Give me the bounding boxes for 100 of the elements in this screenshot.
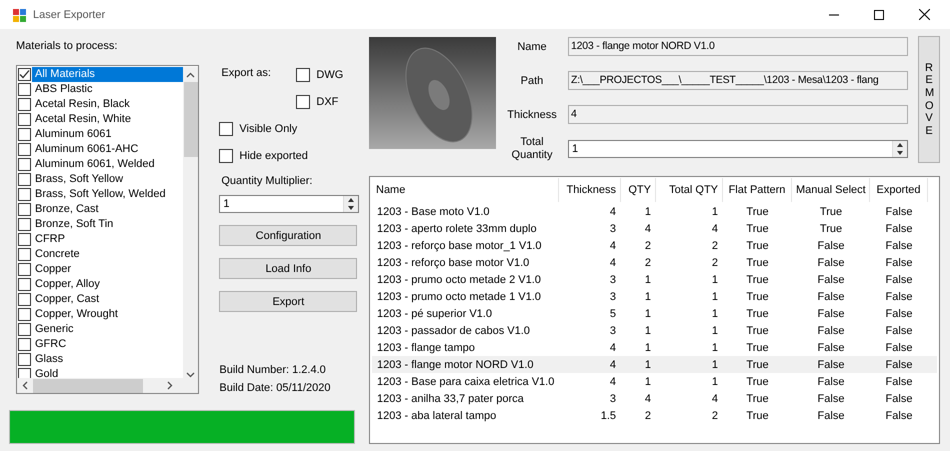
checkbox[interactable] — [18, 68, 31, 81]
column-header[interactable]: Manual Select — [792, 178, 870, 202]
table-row[interactable]: 1203 - Base para caixa eletrica V1.0 4 1 1 True False False — [372, 373, 937, 390]
material-item[interactable]: Aluminum 6061-AHC — [17, 142, 183, 157]
material-item[interactable]: Copper — [17, 262, 183, 277]
action-button[interactable]: Configuration — [219, 225, 358, 246]
checkbox[interactable] — [18, 323, 31, 336]
checkbox[interactable] — [18, 98, 31, 111]
table-row[interactable]: 1203 - prumo octo metade 1 V1.0 3 1 1 True False False — [372, 288, 937, 305]
checkbox[interactable] — [18, 263, 31, 276]
checkbox[interactable] — [18, 173, 31, 186]
horizontal-scrollbar[interactable] — [17, 378, 198, 393]
table-row[interactable]: 1203 - flange motor NORD V1.0 4 1 1 True False False — [372, 356, 937, 373]
material-item[interactable]: ABS Plastic — [17, 82, 183, 97]
material-item[interactable]: Brass, Soft Yellow, Welded — [17, 187, 183, 202]
table-row[interactable]: 1203 - aperto rolete 33mm duplo 3 4 4 True True False — [372, 220, 937, 237]
column-header[interactable]: Flat Pattern — [723, 178, 792, 202]
table-cell-text: False — [816, 324, 846, 336]
table-cell-text: 1203 - prumo octo metade 1 V1.0 — [376, 290, 542, 302]
table-cell-text: False — [884, 358, 914, 370]
table-cell-text: False — [884, 410, 914, 422]
visible-only-checkbox[interactable]: Visible Only — [219, 121, 362, 136]
checkbox[interactable] — [18, 113, 31, 126]
dwg-checkbox[interactable]: DWG — [296, 67, 344, 82]
checkbox[interactable] — [18, 338, 31, 351]
checkbox[interactable] — [18, 308, 31, 321]
scroll-left-icon[interactable] — [22, 381, 28, 390]
quantity-multiplier-label: Quantity Multiplier: — [220, 175, 314, 187]
remove-button[interactable]: REMOVE — [918, 36, 940, 163]
thickness-field[interactable]: 4 — [568, 105, 908, 124]
hide-exported-checkbox[interactable]: Hide exported — [219, 148, 362, 163]
material-item[interactable]: CFRP — [17, 232, 183, 247]
table-row[interactable]: 1203 - Base moto V1.0 4 1 1 True True False — [372, 203, 937, 220]
scroll-right-icon[interactable] — [167, 381, 173, 390]
material-item[interactable]: Bronze, Soft Tin — [17, 217, 183, 232]
path-field[interactable]: Z:\___PROJECTOS___\_____TEST_____\1203 - Mesa\1203 - flang — [568, 71, 908, 90]
action-button[interactable]: Export — [219, 291, 358, 312]
table-row[interactable]: 1203 - pé superior V1.0 5 1 1 True False False — [372, 305, 937, 322]
material-item[interactable]: Aluminum 6061 — [17, 127, 183, 142]
material-item[interactable]: Gold — [17, 367, 183, 378]
table-row[interactable]: 1203 - prumo octo metade 2 V1.0 3 1 1 True False False — [372, 271, 937, 288]
checkbox[interactable] — [18, 278, 31, 291]
checkbox[interactable] — [18, 368, 31, 378]
table-row[interactable]: 1203 - passador de cabos V1.0 3 1 1 True False False — [372, 322, 937, 339]
table-cell-text: True — [745, 324, 770, 336]
column-header[interactable]: Thickness — [559, 178, 621, 202]
material-item[interactable]: Glass — [17, 352, 183, 367]
checkbox[interactable] — [18, 188, 31, 201]
checkbox[interactable] — [18, 233, 31, 246]
table-cell-text: 1 — [644, 342, 652, 354]
table-row[interactable]: 1203 - reforço base motor_1 V1.0 4 2 2 True False False — [372, 237, 937, 254]
table-cell-text: True — [745, 410, 770, 422]
dxf-checkbox[interactable]: DXF — [296, 94, 344, 109]
material-item[interactable]: Concrete — [17, 247, 183, 262]
column-header[interactable]: Exported — [870, 178, 928, 202]
material-item[interactable]: GFRC — [17, 337, 183, 352]
material-item[interactable]: Aluminum 6061, Welded — [17, 157, 183, 172]
column-header[interactable]: Total QTY — [656, 178, 723, 202]
table-cell-text: 3 — [608, 392, 617, 404]
vertical-scrollbar[interactable] — [183, 67, 198, 378]
table-row[interactable]: 1203 - aba lateral tampo 1.5 2 2 True False False — [372, 407, 937, 424]
material-item[interactable]: Copper, Wrought — [17, 307, 183, 322]
checkbox[interactable] — [18, 353, 31, 366]
table-row[interactable]: 1203 - anilha 33,7 pater porca 3 4 4 True False False — [372, 390, 937, 407]
scroll-thumb[interactable] — [184, 82, 198, 157]
material-item[interactable]: Generic — [17, 322, 183, 337]
material-item[interactable]: Acetal Resin, Black — [17, 97, 183, 112]
table-cell-text: False — [816, 274, 846, 286]
column-header[interactable]: QTY — [621, 178, 656, 202]
material-item[interactable]: Copper, Alloy — [17, 277, 183, 292]
checkbox[interactable] — [18, 128, 31, 141]
checkbox[interactable] — [18, 83, 31, 96]
checkbox[interactable] — [18, 143, 31, 156]
checkbox[interactable] — [18, 203, 31, 216]
total-quantity-field[interactable]: 1 — [568, 140, 908, 158]
checkbox[interactable] — [18, 248, 31, 261]
checkbox[interactable] — [18, 218, 31, 231]
material-item[interactable]: Bronze, Cast — [17, 202, 183, 217]
build-date-text: Build Date: 05/11/2020 — [219, 382, 332, 394]
path-label: Path — [520, 74, 544, 86]
table-row[interactable]: 1203 - flange tampo 4 1 1 True False False — [372, 339, 937, 356]
table-cell-text: 4 — [710, 222, 719, 234]
scroll-up-icon[interactable] — [186, 72, 195, 78]
table-cell-text: 1 — [710, 342, 719, 354]
maximize-icon[interactable] — [874, 10, 884, 20]
material-item[interactable]: Brass, Soft Yellow — [17, 172, 183, 187]
material-item[interactable]: Acetal Resin, White — [17, 112, 183, 127]
quantity-multiplier-field[interactable]: 1 — [219, 195, 360, 213]
table-cell-text: 2 — [710, 240, 719, 252]
checkbox[interactable] — [18, 158, 31, 171]
scroll-thumb[interactable] — [33, 378, 143, 392]
table-row[interactable]: 1203 - reforço base motor V1.0 4 2 2 True False False — [372, 254, 937, 271]
scroll-down-icon[interactable] — [186, 372, 195, 378]
checkbox[interactable] — [18, 293, 31, 306]
action-button[interactable]: Load Info — [219, 258, 358, 279]
column-header[interactable]: Name — [372, 178, 559, 202]
table-cell-text: 4 — [644, 222, 652, 234]
close-icon[interactable] — [919, 9, 930, 20]
name-field[interactable]: 1203 - flange motor NORD V1.0 — [568, 37, 908, 56]
material-item[interactable]: Copper, Cast — [17, 292, 183, 307]
